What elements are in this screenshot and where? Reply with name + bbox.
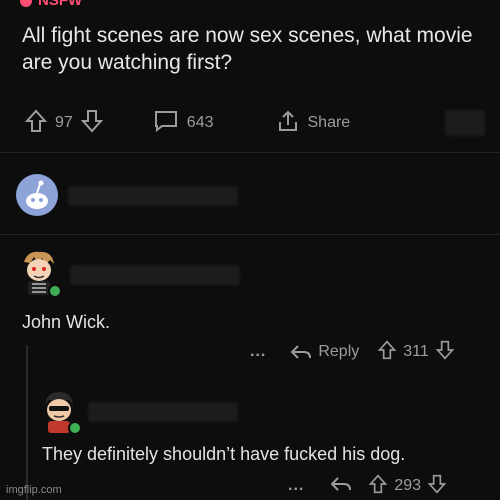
reply-icon	[330, 476, 352, 491]
thread-line[interactable]	[26, 345, 28, 500]
upvote-icon[interactable]	[368, 473, 388, 499]
vote-group: 97	[24, 109, 104, 138]
comment-score: 311	[403, 343, 429, 360]
comment-score: 293	[394, 477, 422, 494]
reply-button[interactable]: Reply	[290, 343, 359, 361]
username-redacted	[88, 402, 238, 422]
more-options-button[interactable]: ...	[250, 343, 266, 361]
avatar[interactable]	[16, 248, 62, 298]
comment-actions: ... Reply 311	[250, 339, 480, 365]
comment-count: 643	[186, 114, 214, 131]
online-status-icon	[68, 421, 82, 435]
comment-actions: ... 293	[288, 473, 488, 499]
upvote-icon[interactable]	[377, 339, 397, 365]
post-score: 97	[55, 114, 73, 131]
nsfw-tag: NSFW	[20, 0, 82, 9]
comment-body: John Wick.	[22, 312, 111, 332]
share-button[interactable]: Share	[276, 109, 351, 138]
more-options-button[interactable]: ...	[288, 477, 304, 495]
nsfw-label: NSFW	[38, 0, 83, 9]
comment-icon	[153, 109, 179, 138]
divider	[0, 152, 500, 153]
avatar[interactable]	[16, 174, 58, 216]
online-status-icon	[48, 284, 62, 298]
share-icon	[276, 109, 300, 138]
redacted-award-area	[445, 110, 485, 136]
avatar[interactable]	[38, 388, 82, 435]
post-actions: 97 643 Share	[24, 108, 485, 138]
downvote-icon[interactable]	[80, 109, 104, 138]
divider	[0, 234, 500, 235]
username-redacted	[70, 265, 240, 285]
watermark: imgflip.com	[6, 484, 62, 496]
post-title: All fight scenes are now sex scenes, wha…	[22, 24, 473, 74]
reply-icon	[290, 345, 312, 359]
reply-label: Reply	[318, 343, 360, 360]
comment-body: They definitely shouldn’t have fucked hi…	[42, 444, 406, 464]
reply-button[interactable]	[330, 475, 352, 498]
downvote-icon[interactable]	[427, 474, 447, 499]
downvote-icon[interactable]	[435, 340, 455, 365]
nsfw-icon	[20, 0, 32, 7]
username-redacted	[68, 186, 238, 206]
upvote-icon[interactable]	[24, 109, 48, 138]
comments-button[interactable]: 643	[153, 109, 214, 138]
share-label: Share	[307, 114, 351, 131]
